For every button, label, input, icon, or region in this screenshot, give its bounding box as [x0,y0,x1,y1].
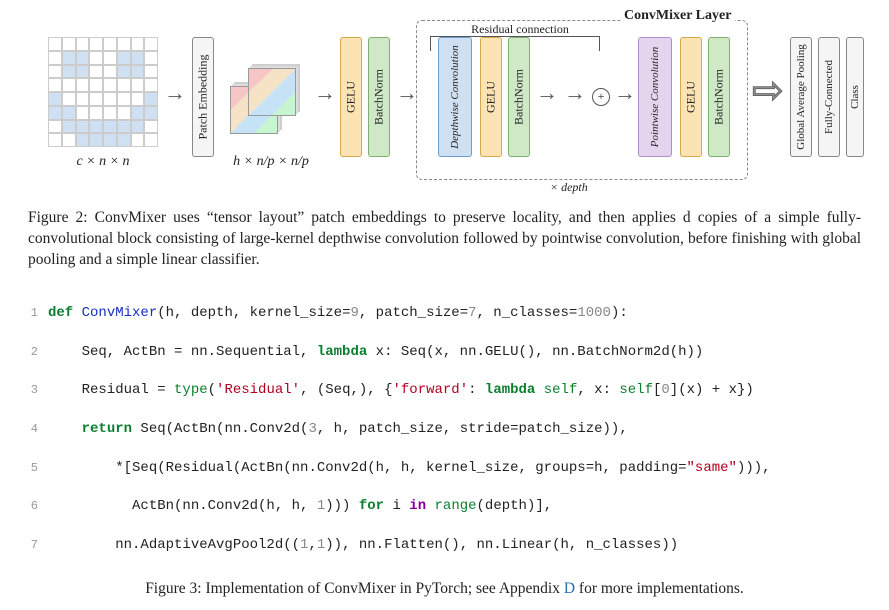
figure-3-prefix: Figure 3: [145,580,205,597]
gelu-block: GELU [340,37,362,157]
architecture-diagram: c × n × n → Patch Embedding h × n/p × n/… [20,12,870,202]
depthwise-conv-block: Depthwise Convolution [438,37,472,157]
appendix-link[interactable]: D [564,580,575,597]
figure-2-text: ConvMixer uses “tensor layout” patch emb… [28,209,861,268]
code-listing: 1def ConvMixer(h, depth, kernel_size=9, … [20,285,869,575]
code-line: 3 Residual = type('Residual', (Seq,), {'… [20,381,869,400]
gelu-block: GELU [680,37,702,157]
code-line: 5 *[Seq(Residual(ActBn(nn.Conv2d(h, h, k… [20,459,869,478]
pointwise-conv-block: Pointwise Convolution [638,37,672,157]
class-block: Class [846,37,864,157]
batchnorm-block: BatchNorm [368,37,390,157]
cube-shape-label: h × n/p × n/p [216,154,326,170]
figure-2-prefix: Figure 2: [28,209,95,226]
residual-caption: Residual connection [460,22,580,37]
figure-3-tail: for more implementations. [575,580,744,597]
patch-embedding-label: Patch Embedding [196,55,209,140]
arrow-icon: → [314,80,336,106]
input-grid [48,37,158,147]
arrow-icon: → [536,80,558,106]
gap-block: Global Average Pooling [790,37,812,157]
code-line: 2 Seq, ActBn = nn.Sequential, lambda x: … [20,343,869,362]
fc-block: Fully-Connected [818,37,840,157]
big-arrow-icon: ⇨ [752,68,784,113]
figure-3-caption: Figure 3: Implementation of ConvMixer in… [20,580,869,598]
figure-3-text: Implementation of ConvMixer in PyTorch; … [205,580,563,597]
patch-embedding-block: Patch Embedding [192,37,214,157]
residual-add-node: + [592,88,610,106]
code-line: 1def ConvMixer(h, depth, kernel_size=9, … [20,304,869,323]
code-line: 7 nn.AdaptiveAvgPool2d((1,1)), nn.Flatte… [20,536,869,555]
arrow-icon: → [614,80,636,106]
code-line: 4 return Seq(ActBn(nn.Conv2d(3, h, patch… [20,420,869,439]
batchnorm-block: BatchNorm [708,37,730,157]
figure-2-caption: Figure 2: ConvMixer uses “tensor layout”… [28,208,861,271]
feature-cubes [226,42,306,152]
arrow-icon: → [164,80,186,106]
arrow-icon: → [564,80,586,106]
input-shape-label: c × n × n [48,154,158,170]
arrow-icon: → [396,80,418,106]
gelu-block: GELU [480,37,502,157]
batchnorm-block: BatchNorm [508,37,530,157]
convmixer-layer-title: ConvMixer Layer [620,8,735,24]
code-line: 6 ActBn(nn.Conv2d(h, h, 1))) for i in ra… [20,497,869,516]
depth-label: × depth [550,180,588,195]
